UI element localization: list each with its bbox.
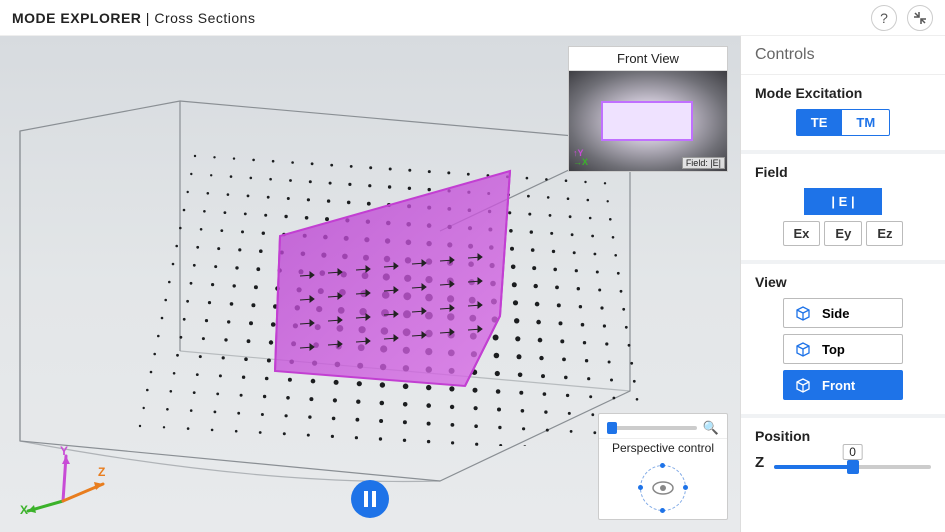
inset-title: Front View [569,47,727,71]
magnify-icon[interactable]: 🔍 [703,420,719,436]
orbit-control[interactable] [640,465,686,511]
header-title: MODE EXPLORER | Cross Sections [12,10,255,26]
page-subtitle: Cross Sections [154,10,255,26]
position-value: 0 [842,444,863,460]
cube-icon [794,340,812,358]
axis-gizmo: X Y Z [18,446,108,516]
inset-axis-icon: ↑Y →X [573,149,588,167]
inset-waveguide-rect [601,101,693,141]
section-position: Position Z 0 [741,418,945,486]
view-front-button[interactable]: Front [783,370,903,400]
view-top-button[interactable]: Top [783,334,903,364]
field-ex-button[interactable]: Ex [783,221,821,246]
axis-y-label: Y [60,446,68,458]
mode-toggle: TE TM [755,109,931,136]
field-heading: Field [755,164,931,180]
app-header: MODE EXPLORER | Cross Sections ? [0,0,945,36]
view-side-label: Side [822,306,849,321]
vector-field-plane [135,146,655,446]
viewport-3d[interactable]: X Y Z Front View ↑Y →X Field: |E| [0,36,740,532]
cross-section-wedge [260,166,540,396]
eye-icon [652,481,674,495]
position-axis-label: Z [755,454,764,471]
mode-heading: Mode Excitation [755,85,931,101]
inset-canvas[interactable]: ↑Y →X Field: |E| [569,71,727,171]
field-mag-button[interactable]: | E | [804,188,881,215]
position-slider[interactable]: 0 [774,452,931,472]
perspective-label: Perspective control [599,438,727,459]
inset-field-label: Field: |E| [682,157,725,169]
front-view-inset: Front View ↑Y →X Field: |E| [568,46,728,172]
pause-button[interactable] [351,480,389,518]
view-side-button[interactable]: Side [783,298,903,328]
cube-icon [794,304,812,322]
bounding-box [10,91,650,491]
header-actions: ? [871,5,933,31]
section-mode: Mode Excitation TE TM [741,75,945,154]
field-ey-button[interactable]: Ey [824,221,862,246]
axis-x-label: X [20,503,28,516]
app-name: MODE EXPLORER [12,10,141,26]
view-front-label: Front [822,378,855,393]
mode-te-button[interactable]: TE [796,109,842,136]
controls-sidebar: Controls Mode Excitation TE TM Field | E… [740,36,945,532]
section-view: View Side Top Front [741,264,945,418]
position-heading: Position [755,428,931,444]
sidebar-title: Controls [741,36,945,75]
section-field: Field | E | Ex Ey Ez [741,154,945,264]
perspective-control-panel: 🔍 Perspective control [598,413,728,520]
help-icon[interactable]: ? [871,5,897,31]
view-top-label: Top [822,342,845,357]
mode-tm-button[interactable]: TM [841,109,890,136]
cube-icon [794,376,812,394]
view-heading: View [755,274,931,290]
axis-z-label: Z [98,465,105,479]
zoom-slider[interactable] [607,426,697,430]
collapse-icon[interactable] [907,5,933,31]
field-ez-button[interactable]: Ez [866,221,903,246]
